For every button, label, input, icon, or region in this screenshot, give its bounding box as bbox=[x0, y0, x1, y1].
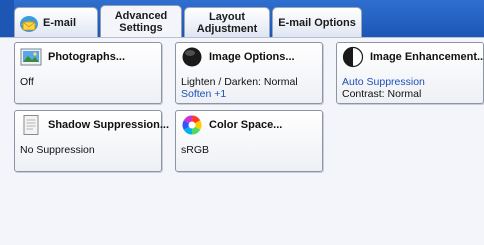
tab-bar-corner bbox=[0, 0, 14, 37]
photographs-title: Photographs... bbox=[48, 51, 125, 63]
advanced-settings-screen: E-mail Advanced Settings Layout Adjustme… bbox=[0, 0, 484, 245]
shadow-suppression-button[interactable]: Shadow Suppression... No Suppression bbox=[14, 110, 169, 172]
image-options-button[interactable]: Image Options... Lighten / Darken: Norma… bbox=[175, 42, 323, 104]
tab-layout-adjustment[interactable]: Layout Adjustment bbox=[184, 7, 270, 37]
tab-advanced-settings[interactable]: Advanced Settings bbox=[100, 5, 182, 37]
shadow-suppression-header: Shadow Suppression... bbox=[20, 114, 169, 136]
tab-layout-adjustment-label: Layout Adjustment bbox=[196, 10, 258, 35]
image-enhancement-icon bbox=[342, 46, 364, 68]
color-space-button[interactable]: Color Space... sRGB bbox=[175, 110, 323, 172]
color-space-icon bbox=[182, 115, 202, 135]
color-space-value: sRGB bbox=[181, 144, 210, 156]
image-enhancement-header: Image Enhancement... bbox=[342, 46, 484, 68]
tab-email-label: E-mail bbox=[43, 16, 77, 29]
image-options-icon bbox=[182, 47, 202, 67]
image-enhancement-suppression: Auto Suppression bbox=[342, 76, 425, 88]
tab-bar: E-mail Advanced Settings Layout Adjustme… bbox=[0, 0, 484, 37]
shadow-suppression-title: Shadow Suppression... bbox=[48, 119, 170, 131]
image-enhancement-button[interactable]: Image Enhancement... Auto Suppression Co… bbox=[336, 42, 484, 104]
photograph-icon bbox=[20, 48, 42, 66]
photographs-value: Off bbox=[20, 76, 34, 88]
color-space-title: Color Space... bbox=[209, 119, 283, 131]
tab-advanced-settings-label: Advanced Settings bbox=[114, 9, 168, 34]
image-options-title: Image Options... bbox=[209, 51, 295, 63]
email-icon bbox=[20, 15, 38, 32]
image-enhancement-title: Image Enhancement... bbox=[370, 51, 484, 63]
color-space-header: Color Space... bbox=[181, 114, 318, 136]
photographs-header: Photographs... bbox=[20, 46, 157, 68]
image-options-header: Image Options... bbox=[181, 46, 318, 68]
image-enhancement-contrast: Contrast: Normal bbox=[342, 88, 422, 100]
tab-email[interactable]: E-mail bbox=[14, 7, 98, 37]
image-options-soften: Soften +1 bbox=[181, 88, 227, 100]
photographs-button[interactable]: Photographs... Off bbox=[14, 42, 162, 104]
tab-email-options[interactable]: E-mail Options bbox=[272, 7, 362, 37]
tab-email-options-label: E-mail Options bbox=[278, 16, 356, 29]
image-options-lighten-darken: Lighten / Darken: Normal bbox=[181, 76, 298, 88]
shadow-suppression-icon bbox=[23, 115, 39, 135]
shadow-suppression-value: No Suppression bbox=[20, 144, 95, 156]
